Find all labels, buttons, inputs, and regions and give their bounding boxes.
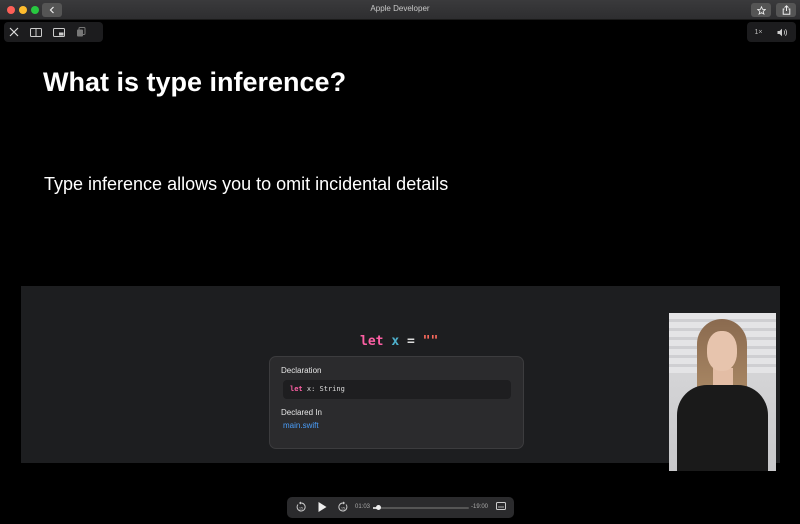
declaration-code: let x: String: [283, 380, 511, 399]
split-view-icon[interactable]: [30, 27, 42, 37]
bookmark-button[interactable]: [751, 3, 771, 17]
share-button[interactable]: [776, 3, 796, 17]
code-line: let x = "": [360, 334, 438, 349]
svg-text:15: 15: [341, 506, 345, 510]
current-time: 01:03: [355, 504, 371, 510]
scrubber-knob[interactable]: [375, 505, 381, 510]
declaration-signature: x: String: [302, 385, 345, 393]
window-titlebar: Apple Developer: [0, 0, 800, 20]
play-icon[interactable]: [316, 501, 328, 513]
player-audio-controls: 1×: [747, 22, 796, 42]
picture-in-picture-icon[interactable]: [53, 27, 65, 37]
declaration-keyword: let: [290, 385, 303, 393]
quick-help-popover: Declaration let x: String Declared In ma…: [269, 356, 524, 449]
playback-bar: 15 15 01:03 -19:00: [287, 497, 514, 518]
code-variable: x: [391, 334, 400, 349]
share-icon: [782, 5, 790, 15]
presenter-face: [707, 331, 737, 371]
remaining-time: -19:00: [471, 504, 489, 510]
volume-icon[interactable]: [777, 28, 788, 37]
code-keyword: let: [360, 334, 384, 349]
skip-back-icon[interactable]: 15: [295, 501, 307, 513]
presenter-shirt: [677, 385, 768, 471]
copy-icon[interactable]: [76, 27, 86, 37]
svg-text:15: 15: [299, 506, 303, 510]
window-title: Apple Developer: [370, 4, 430, 13]
slide-subtitle: Type inference allows you to omit incide…: [44, 174, 449, 194]
code-operator: =: [406, 334, 415, 349]
captions-icon[interactable]: [496, 502, 506, 511]
close-icon[interactable]: [9, 27, 19, 37]
skip-forward-icon[interactable]: 15: [337, 501, 349, 513]
star-icon: [756, 5, 766, 15]
declared-in-heading: Declared In: [281, 408, 322, 417]
progress-track[interactable]: [373, 507, 469, 509]
slide-title: What is type inference?: [43, 67, 347, 97]
player-view-controls: [4, 22, 103, 42]
presenter-video: [669, 313, 776, 471]
code-string-literal: "": [422, 334, 439, 349]
playback-speed-button[interactable]: 1×: [755, 29, 763, 36]
declaration-heading: Declaration: [281, 366, 322, 375]
file-link[interactable]: main.swift: [283, 421, 319, 430]
